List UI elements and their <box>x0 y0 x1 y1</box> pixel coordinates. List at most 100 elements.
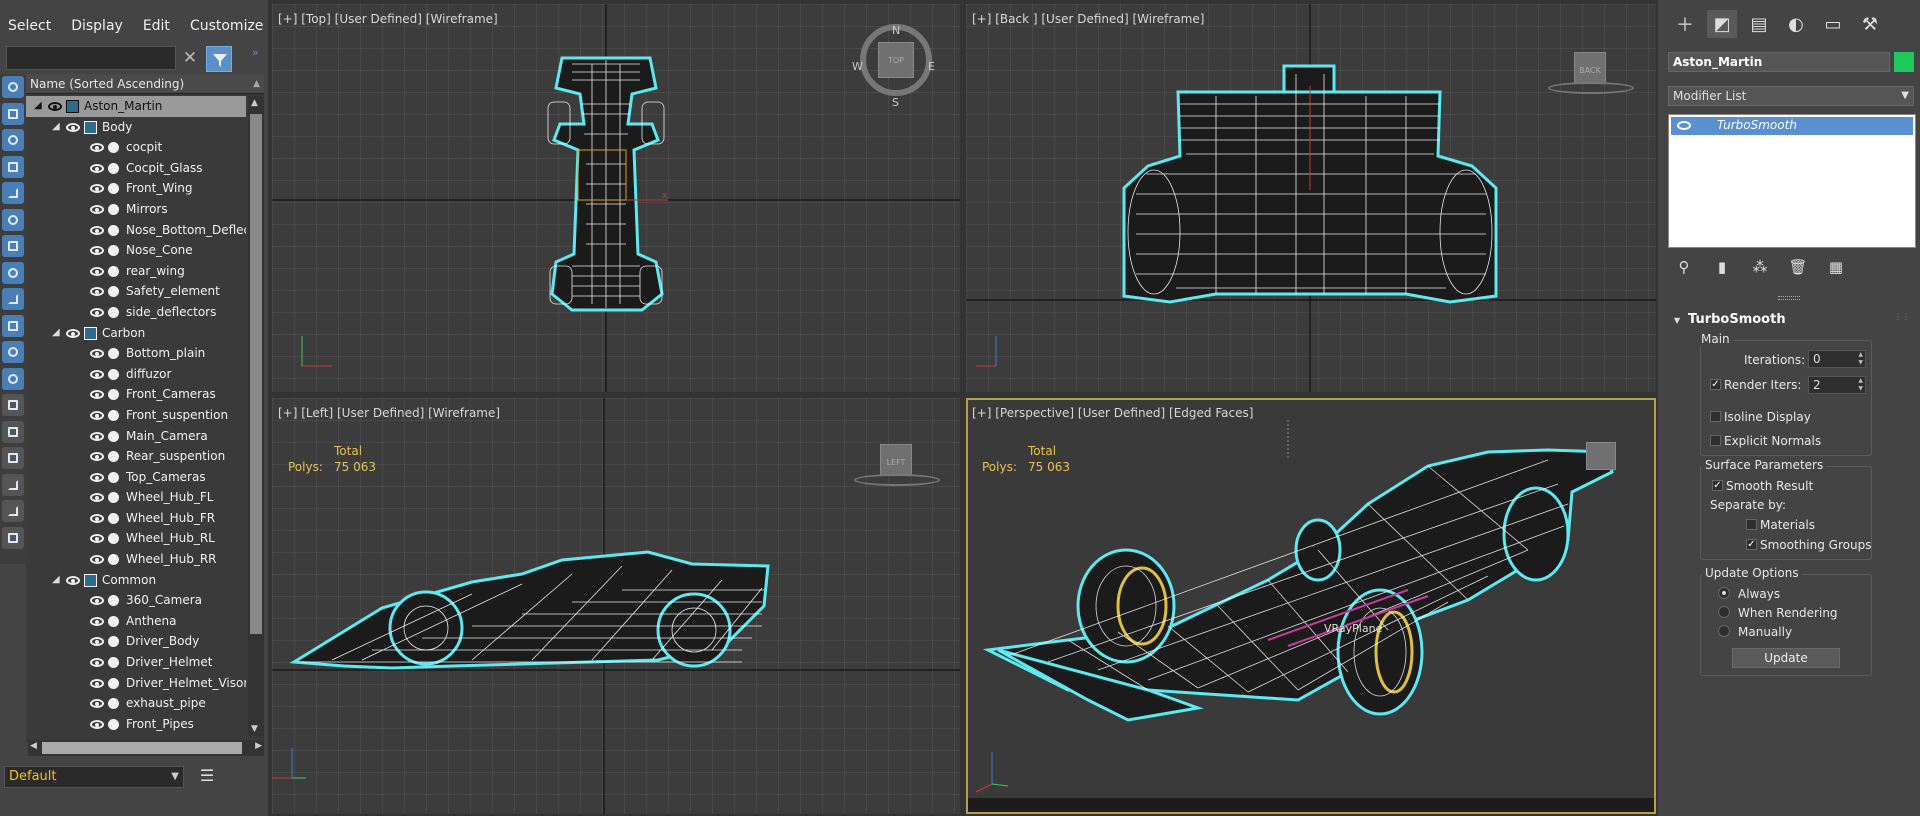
tree-object-row[interactable]: Rear_suspention <box>26 446 246 467</box>
eye-icon[interactable] <box>90 719 104 729</box>
eye-icon[interactable] <box>90 472 104 482</box>
eye-icon[interactable] <box>90 266 104 276</box>
tree-group-row[interactable]: ◢ Carbon <box>26 323 246 344</box>
object-dot-icon[interactable] <box>108 533 119 545</box>
expand-arrow-icon[interactable]: ◢ <box>52 323 60 344</box>
viewport-back-label[interactable]: [+] [Back ] [User Defined] [Wireframe] <box>972 12 1204 26</box>
eye-icon[interactable] <box>90 452 104 462</box>
eye-icon[interactable] <box>48 102 62 111</box>
tree-vertical-scrollbar[interactable]: ▲ ▼ <box>248 96 264 736</box>
object-color-swatch[interactable] <box>1894 52 1914 72</box>
render-iters-spinner[interactable]: 2 <box>1808 376 1866 394</box>
layers-icon[interactable]: ☰ <box>196 766 218 788</box>
eye-icon[interactable] <box>90 307 104 317</box>
invert-display-icon[interactable] <box>2 447 24 469</box>
tree-object-row[interactable]: Driver_Helmet <box>26 652 246 673</box>
display-tab-icon[interactable]: ▭ <box>1818 10 1848 38</box>
motion-tab-icon[interactable]: ◐ <box>1781 10 1811 38</box>
tree-object-row[interactable]: Driver_Helmet_Visor <box>26 673 246 694</box>
tree-object-row[interactable]: Wheel_Hub_FR <box>26 508 246 529</box>
manually-radio[interactable] <box>1718 625 1730 637</box>
eye-icon[interactable] <box>90 513 104 523</box>
eye-icon[interactable] <box>66 328 80 338</box>
object-dot-icon[interactable] <box>108 142 119 154</box>
eye-icon[interactable] <box>90 163 104 173</box>
helpers-filter-icon[interactable] <box>2 182 24 204</box>
clear-search-icon[interactable]: ✕ <box>180 48 200 68</box>
render-iters-checkbox[interactable]: ✓ <box>1710 379 1721 390</box>
menu-customize[interactable]: Customize <box>190 18 264 34</box>
tree-object-row[interactable]: Safety_element <box>26 281 246 302</box>
object-dot-icon[interactable] <box>108 368 119 380</box>
xrefs-filter-icon[interactable] <box>2 261 24 284</box>
rollout-grip-icon[interactable]: ⋮⋮ <box>1894 312 1910 321</box>
tree-horizontal-scrollbar[interactable]: ◀ ▶ <box>28 740 264 756</box>
shapes-filter-icon[interactable] <box>2 102 24 125</box>
utilities-tab-icon[interactable]: ⚒ <box>1855 10 1885 38</box>
object-dot-icon[interactable] <box>108 389 119 401</box>
eye-icon[interactable] <box>90 410 104 420</box>
rollout-title[interactable]: TurboSmooth <box>1688 312 1786 327</box>
viewport-top[interactable]: x [+] [Top] [User Defined] [Wireframe] T… <box>272 4 960 392</box>
explicit-normals-checkbox[interactable] <box>1710 435 1721 446</box>
iterations-spinner[interactable]: 0 <box>1808 350 1866 368</box>
viewport-perspective[interactable]: [+] [Perspective] [User Defined] [Edged … <box>966 398 1656 814</box>
eye-icon[interactable] <box>90 699 104 709</box>
eye-icon[interactable] <box>90 431 104 441</box>
hscroll-thumb[interactable] <box>42 742 242 754</box>
tree-object-row[interactable]: Front_Pipes <box>26 714 246 735</box>
modify-tab-icon[interactable]: ◩ <box>1707 10 1737 38</box>
tree-object-row[interactable]: Main_Camera <box>26 426 246 447</box>
object-dot-icon[interactable] <box>108 718 119 730</box>
scroll-right-icon[interactable]: ▶ <box>255 741 262 751</box>
object-name-field[interactable]: Aston_Martin <box>1668 52 1890 72</box>
geometry-filter-icon[interactable] <box>2 76 24 98</box>
tree-object-row[interactable]: Mirrors <box>26 199 246 220</box>
tree-object-row[interactable]: 360_Camera <box>26 590 246 611</box>
object-dot-icon[interactable] <box>108 430 119 442</box>
eye-icon[interactable] <box>90 616 104 626</box>
tree-object-row[interactable]: Front_Cameras <box>26 384 246 405</box>
tree-object-row[interactable]: Anthena <box>26 611 246 632</box>
stack-item-turbosmooth[interactable]: TurboSmooth <box>1671 117 1913 135</box>
smooth-result-checkbox[interactable]: ✓ <box>1712 480 1723 491</box>
object-dot-icon[interactable] <box>108 512 119 524</box>
eye-icon[interactable] <box>90 596 104 606</box>
viewport-back[interactable]: [+] [Back ] [User Defined] [Wireframe] B… <box>966 4 1656 392</box>
tree-object-row[interactable]: Nose_Cone <box>26 240 246 261</box>
panel-resize-handle[interactable] <box>1778 296 1800 300</box>
expand-arrows-icon[interactable]: » <box>252 46 259 59</box>
layer-icon[interactable] <box>66 100 79 113</box>
menu-edit[interactable]: Edit <box>143 18 170 34</box>
eye-icon[interactable] <box>90 246 104 256</box>
scroll-thumb[interactable] <box>250 114 262 634</box>
object-dot-icon[interactable] <box>108 348 119 360</box>
tree-group-row[interactable]: ◢ Aston_Martin <box>26 96 246 117</box>
viewport-left[interactable]: [+] [Left] [User Defined] [Wireframe] To… <box>272 398 960 814</box>
spacewarps-filter-icon[interactable] <box>2 208 24 231</box>
tree-object-row[interactable]: rear_wing <box>26 261 246 282</box>
tree-object-row[interactable]: cocpit <box>26 137 246 158</box>
search-input[interactable] <box>6 46 176 70</box>
object-dot-icon[interactable] <box>108 245 119 257</box>
tree-object-row[interactable]: diffuzor <box>26 364 246 385</box>
eye-icon[interactable] <box>90 369 104 379</box>
eye-icon[interactable] <box>90 678 104 688</box>
particles-filter-icon[interactable] <box>2 341 24 363</box>
tree-group-row[interactable]: ◢ Common <box>26 570 246 591</box>
tree-group-row[interactable]: ◢ Body <box>26 117 246 138</box>
eye-icon[interactable] <box>90 658 104 668</box>
pin-stack-icon[interactable]: ⚲ <box>1672 258 1696 280</box>
viewport-left-label[interactable]: [+] [Left] [User Defined] [Wireframe] <box>278 406 500 420</box>
layer-dropdown[interactable]: Default ▼ <box>4 766 184 788</box>
tree-object-row[interactable]: Wheel_Hub_RR <box>26 549 246 570</box>
make-unique-icon[interactable]: ⁂ <box>1748 258 1772 280</box>
viewcube-left[interactable]: LEFT <box>880 444 912 476</box>
eye-icon[interactable] <box>66 122 80 132</box>
object-dot-icon[interactable] <box>108 183 119 195</box>
eye-icon[interactable] <box>90 349 104 359</box>
layer-icon[interactable] <box>84 326 97 340</box>
eye-icon[interactable] <box>90 143 104 153</box>
name-column-header[interactable]: Name (Sorted Ascending) ▲ <box>26 74 264 94</box>
expand-arrow-icon[interactable]: ◢ <box>34 96 42 117</box>
